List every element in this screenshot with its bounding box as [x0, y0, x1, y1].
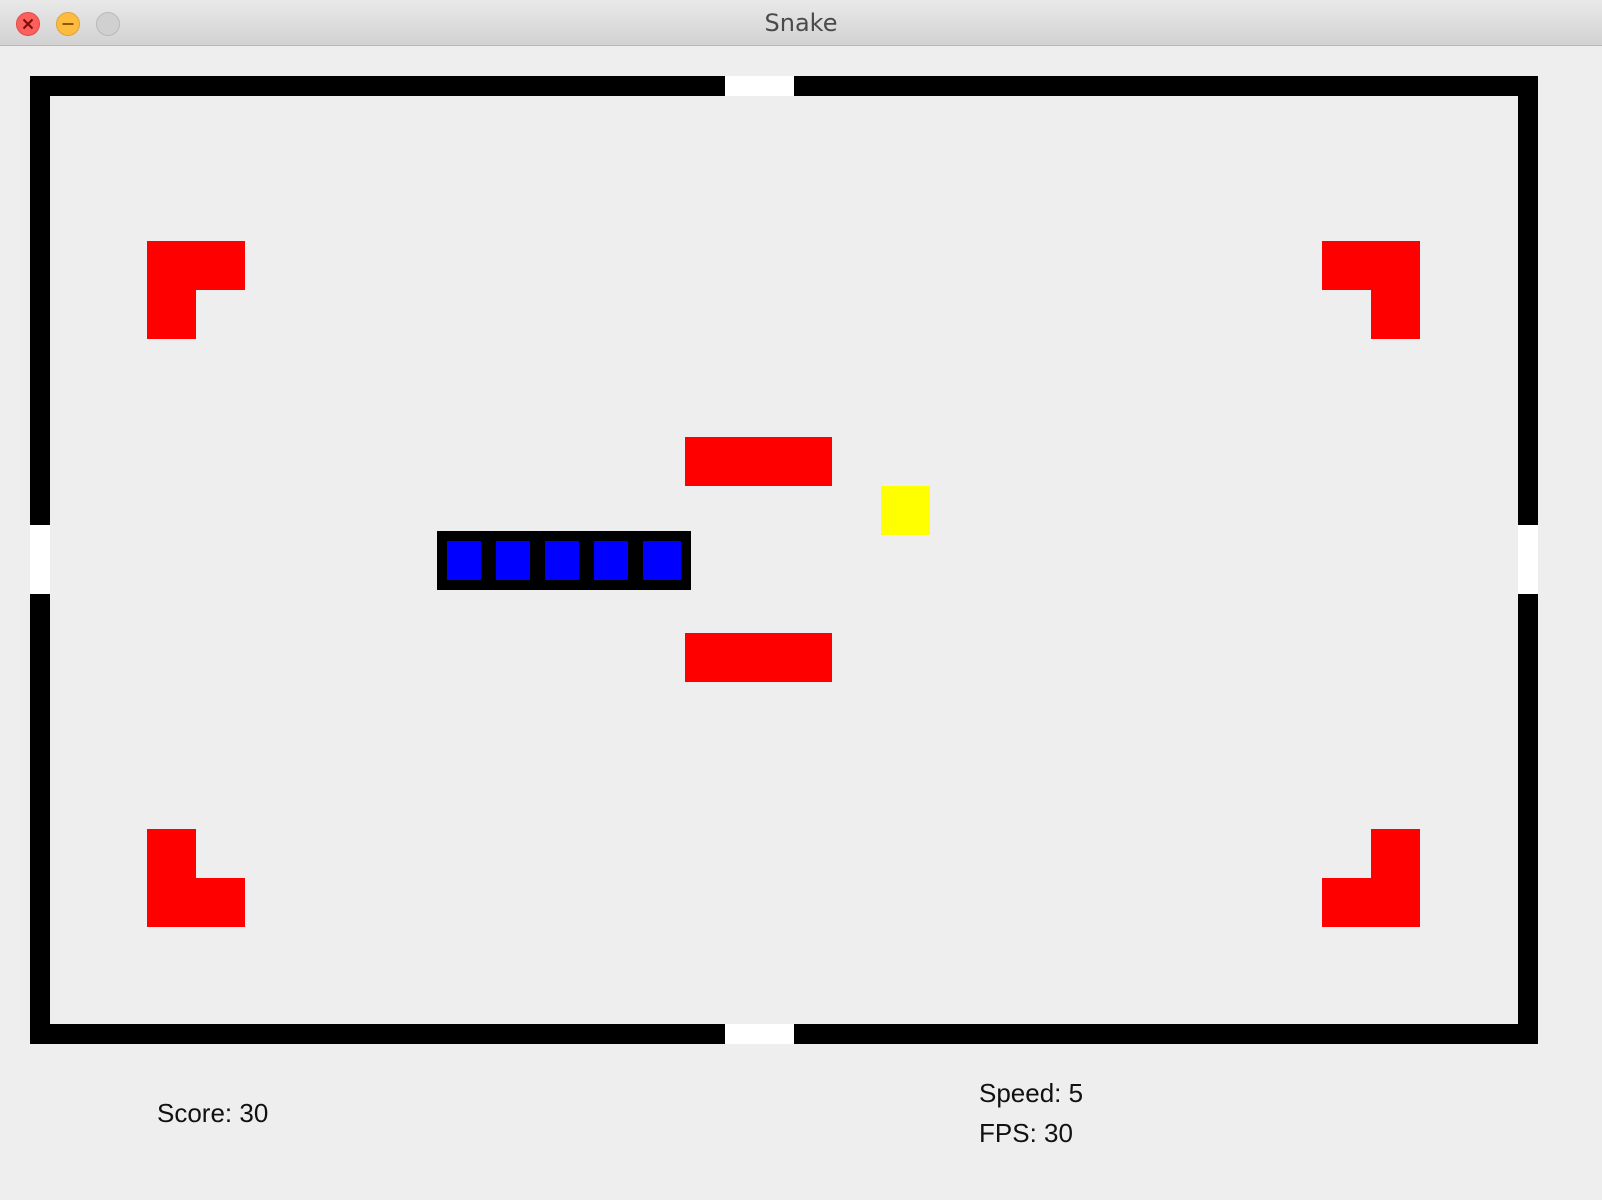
title-bar[interactable]: Snake — [0, 0, 1602, 46]
obstacle-bar-lower — [685, 633, 832, 682]
window-title: Snake — [764, 9, 838, 37]
game-window: Snake Score: 30 Speed: 5 FPS: 30 — [0, 0, 1602, 1200]
obstacle-corner-bottom-left — [147, 829, 196, 878]
snake-tail-segment — [437, 531, 491, 590]
obstacle-corner-bottom-right — [1322, 878, 1420, 927]
obstacle-corner-bottom-right — [1371, 829, 1420, 878]
gate-right — [1518, 525, 1538, 594]
obstacle-corner-top-right — [1322, 241, 1420, 290]
gate-left — [30, 525, 50, 594]
game-board: Score: 30 Speed: 5 FPS: 30 — [0, 46, 1602, 1200]
food-pellet — [881, 486, 930, 535]
snake-body-segment — [584, 531, 638, 590]
fps-label: FPS: 30 — [979, 1118, 1073, 1148]
obstacle-bar-upper — [685, 437, 832, 486]
obstacle-corner-top-left — [147, 290, 196, 339]
obstacle-corner-bottom-left — [147, 878, 245, 927]
speed-label: Speed: 5 — [979, 1078, 1084, 1108]
score-label: Score: 30 — [157, 1098, 269, 1128]
snake-head-segment — [633, 531, 691, 590]
snake-body-segment — [486, 531, 540, 590]
snake-body-segment — [535, 531, 589, 590]
gate-top — [725, 76, 794, 96]
gate-bottom — [725, 1024, 794, 1044]
obstacle-corner-top-left — [147, 241, 245, 290]
obstacle-corner-top-right — [1371, 290, 1420, 339]
